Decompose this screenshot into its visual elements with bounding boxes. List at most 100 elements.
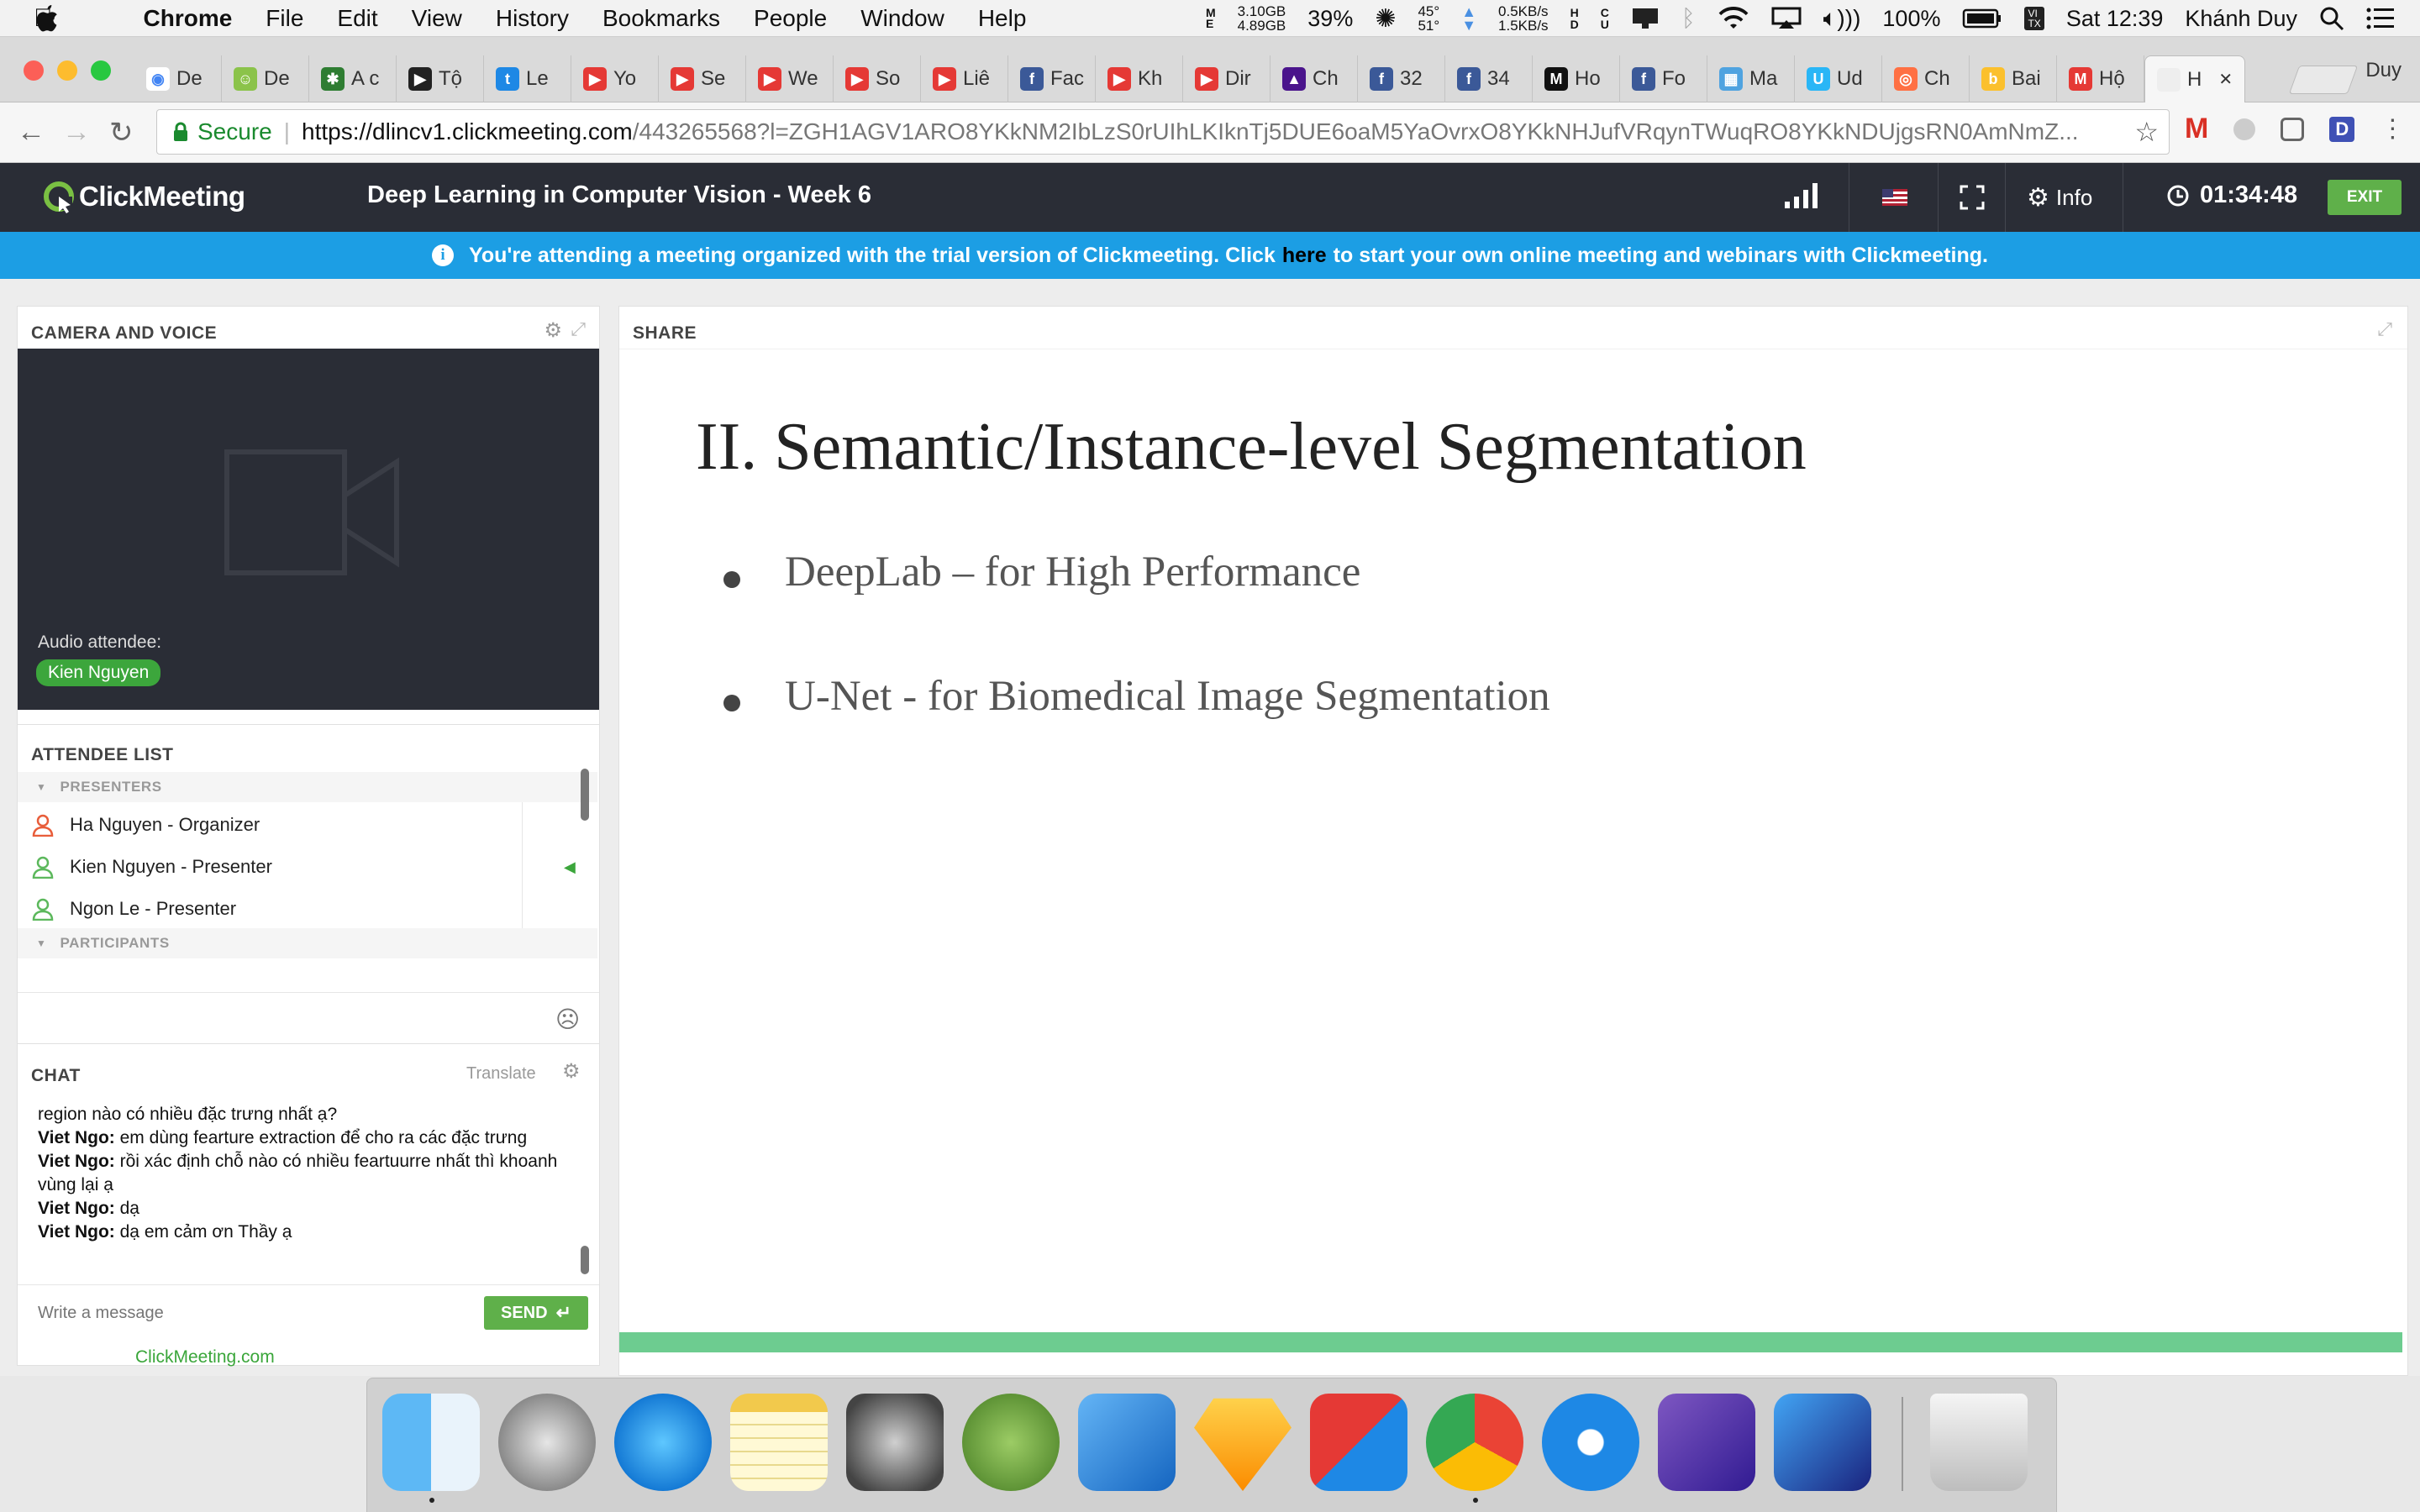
chrome-menu-icon[interactable]: ⋮ [2380, 114, 2405, 144]
lightbulb-extension-icon[interactable] [2281, 117, 2305, 141]
itunes-icon[interactable] [614, 1394, 712, 1491]
new-tab-button[interactable] [2288, 66, 2359, 94]
gmail-extension-icon[interactable]: M [2185, 113, 2208, 145]
menu-app-chrome[interactable]: Chrome [144, 5, 233, 32]
vscode-icon[interactable] [1774, 1394, 1871, 1491]
trash-icon[interactable] [1930, 1394, 2028, 1491]
network-readout[interactable]: 0.5KB/s 1.5KB/s [1498, 4, 1549, 33]
keybase-icon[interactable] [1542, 1394, 1639, 1491]
window-zoom-button[interactable] [91, 60, 111, 81]
browser-tab[interactable]: f Fac [1008, 55, 1096, 102]
chat-settings-icon[interactable]: ⚙ [562, 1059, 581, 1084]
sketch-icon[interactable] [1194, 1398, 1292, 1491]
android-studio-icon[interactable] [962, 1394, 1060, 1491]
memory-icon[interactable]: ME [1206, 7, 1216, 29]
window-close-button[interactable] [24, 60, 44, 81]
bookmark-star-icon[interactable]: ☆ [2134, 116, 2159, 148]
browser-tab[interactable]: ▶ Se [659, 55, 746, 102]
participants-section-header[interactable]: ▼ PARTICIPANTS [18, 928, 597, 958]
browser-tab[interactable]: t Le [484, 55, 571, 102]
menu-people[interactable]: People [754, 5, 827, 32]
menu-file[interactable]: File [266, 5, 303, 32]
browser-tab[interactable]: ✱ A c [309, 55, 397, 102]
menu-edit[interactable]: Edit [337, 5, 377, 32]
browser-tab[interactable]: H ✕ [2144, 55, 2245, 102]
notification-center-icon[interactable] [2366, 8, 2395, 29]
profile-name[interactable]: Duy [2365, 59, 2402, 82]
reload-icon[interactable]: ↻ [109, 116, 134, 150]
menu-view[interactable]: View [412, 5, 462, 32]
apple-logo-icon[interactable] [34, 4, 59, 33]
memory-readout[interactable]: 3.10GB 4.89GB [1238, 4, 1286, 33]
user-name[interactable]: Khánh Duy [2185, 6, 2297, 32]
panel-expand-icon[interactable]: ⤢ [571, 318, 586, 340]
xcode-icon[interactable] [1078, 1394, 1176, 1491]
fan-icon[interactable]: ✺ [1375, 4, 1396, 34]
browser-tab[interactable]: ◉ De [134, 55, 222, 102]
attendee-row[interactable]: Ngon Le - Presenter [18, 888, 542, 930]
attendee-row[interactable]: Kien Nguyen - Presenter ◀ [18, 846, 576, 888]
share-expand-icon[interactable]: ⤢ [2377, 318, 2392, 340]
menu-window[interactable]: Window [860, 5, 944, 32]
address-bar[interactable]: Secure | https://dlincv1.clickmeeting.co… [156, 109, 2170, 155]
browser-tab[interactable]: M Ho [1533, 55, 1620, 102]
browser-tab[interactable]: ▶ Dir [1183, 55, 1270, 102]
vmware-fusion-icon[interactable] [1310, 1394, 1407, 1491]
browser-tab[interactable]: ▶ Kh [1096, 55, 1183, 102]
browser-tab[interactable]: ◎ Ch [1882, 55, 1970, 102]
extension-dot-icon[interactable] [2233, 118, 2256, 140]
input-source-icon[interactable]: VI TX [2024, 7, 2044, 30]
chrome-icon[interactable] [1426, 1394, 1523, 1491]
tab-close-icon[interactable]: ✕ [2218, 69, 2233, 90]
exit-button[interactable]: EXIT [2328, 180, 2402, 215]
browser-tab[interactable]: ▶ So [834, 55, 921, 102]
presenters-section-header[interactable]: ▼ PRESENTERS [18, 772, 597, 802]
display-icon[interactable] [1631, 7, 1660, 30]
fullscreen-icon[interactable] [1960, 185, 1985, 210]
cpu-graph-icon[interactable]: CU [1601, 7, 1609, 30]
d-extension-icon[interactable]: D [2329, 116, 2355, 142]
browser-tab[interactable]: f Fo [1620, 55, 1707, 102]
browser-tab[interactable]: f 32 [1358, 55, 1445, 102]
cpu-percent[interactable]: 39% [1307, 6, 1353, 32]
us-flag-icon[interactable] [1882, 189, 1907, 206]
menu-bookmarks[interactable]: Bookmarks [602, 5, 720, 32]
menu-help[interactable]: Help [978, 5, 1027, 32]
back-arrow-icon[interactable]: ← [17, 116, 45, 149]
airplay-icon[interactable] [1771, 7, 1802, 30]
wifi-icon[interactable] [1718, 7, 1749, 30]
forward-arrow-icon[interactable]: → [62, 116, 91, 149]
disk-icon[interactable]: HD [1570, 7, 1579, 30]
send-button[interactable]: SEND ↵ [484, 1296, 588, 1330]
chat-scrollbar[interactable] [581, 1246, 589, 1274]
temperature-readout[interactable]: 45° 51° [1418, 4, 1439, 33]
finder-icon[interactable] [382, 1394, 480, 1491]
battery-icon[interactable] [1962, 8, 2002, 29]
browser-tab[interactable]: ▶ Tộ [397, 55, 484, 102]
emoji-icon[interactable]: ☹ [555, 1005, 580, 1033]
panel-settings-icon[interactable]: ⚙ [544, 318, 562, 343]
chat-message-input[interactable] [38, 1298, 475, 1328]
browser-tab[interactable]: U Ud [1795, 55, 1882, 102]
browser-tab[interactable]: f 34 [1445, 55, 1533, 102]
info-button[interactable]: ⚙ Info [2027, 183, 2092, 213]
spotlight-search-icon[interactable] [2319, 6, 2344, 31]
attendee-row[interactable]: Ha Nguyen - Organizer [18, 804, 542, 846]
browser-tab[interactable]: ▶ We [746, 55, 834, 102]
window-minimize-button[interactable] [57, 60, 77, 81]
signal-strength-icon[interactable] [1785, 183, 1822, 208]
launchpad-icon[interactable] [498, 1394, 596, 1491]
notes-icon[interactable] [730, 1394, 828, 1491]
menu-history[interactable]: History [496, 5, 569, 32]
system-preferences-icon[interactable] [846, 1394, 944, 1491]
browser-tab[interactable]: ▶ Liê [921, 55, 1008, 102]
browser-tab[interactable]: b Bai [1970, 55, 2057, 102]
battery-percent[interactable]: 100% [1882, 6, 1940, 32]
browser-tab[interactable]: ☺ De [222, 55, 309, 102]
browser-tab[interactable]: ▲ Ch [1270, 55, 1358, 102]
visual-studio-icon[interactable] [1658, 1394, 1755, 1491]
banner-here-link[interactable]: here [1282, 244, 1327, 268]
attendee-scrollbar[interactable] [581, 769, 589, 821]
browser-tab[interactable]: M Hộ [2057, 55, 2144, 102]
browser-tab[interactable]: ▦ Ma [1707, 55, 1795, 102]
